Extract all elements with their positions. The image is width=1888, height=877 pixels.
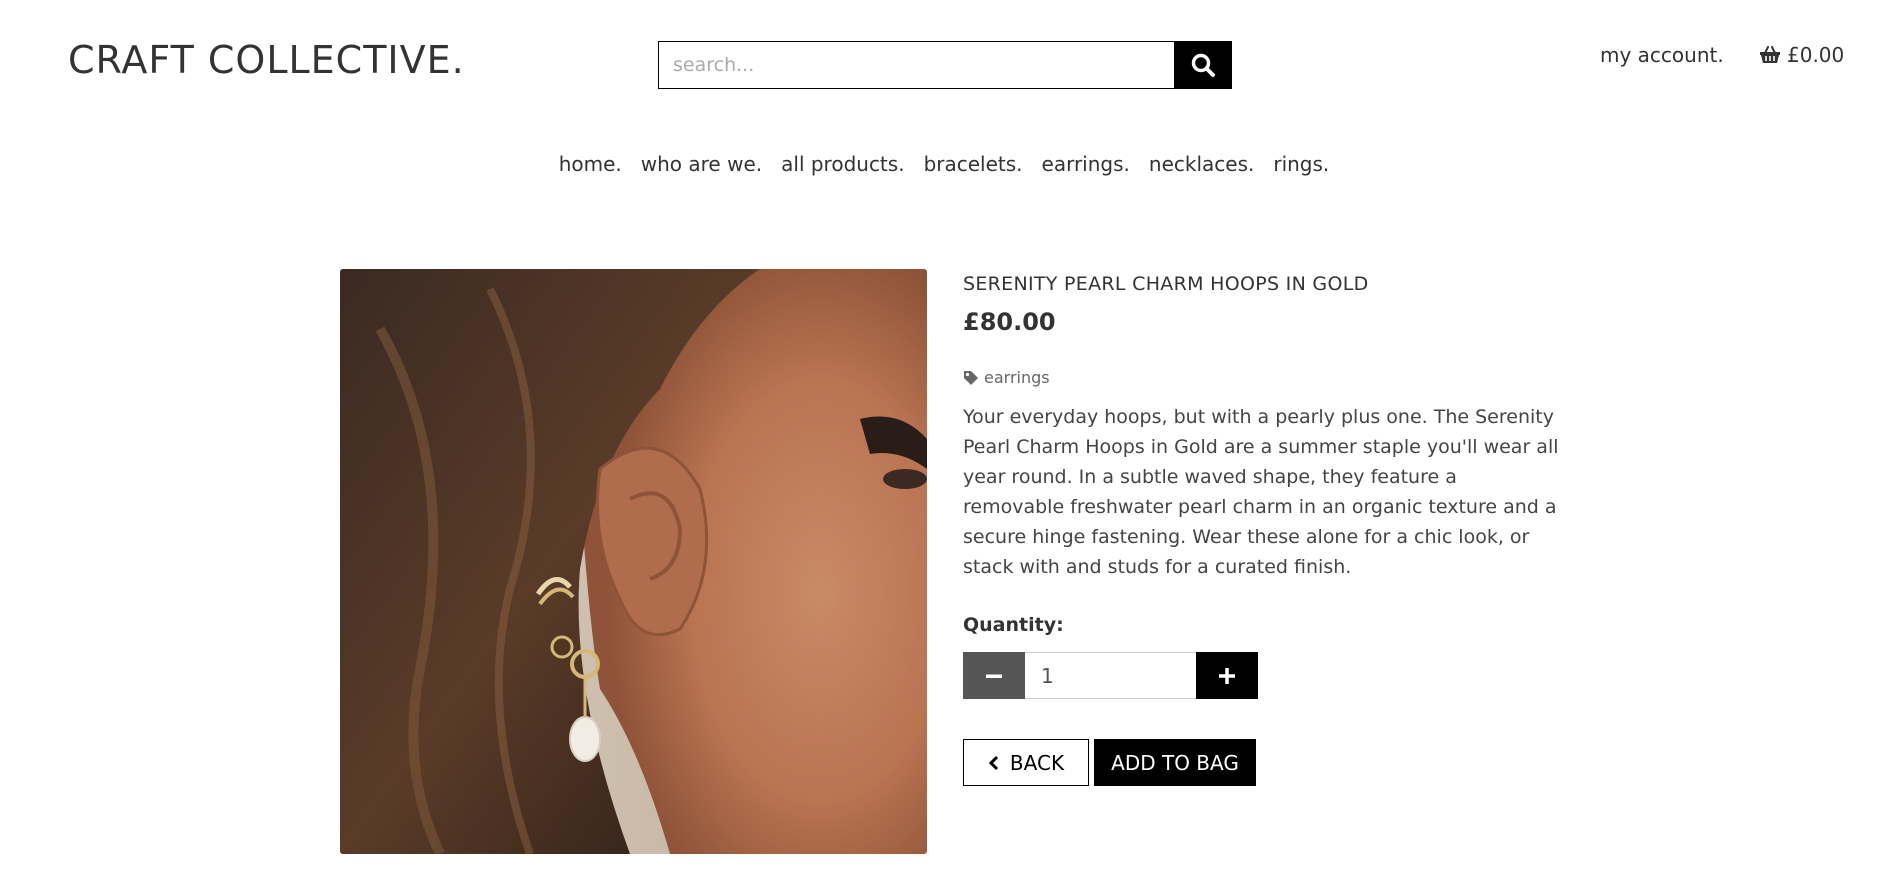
nav-item-earrings[interactable]: earrings. [1042, 152, 1130, 176]
product-image [340, 269, 927, 854]
nav-item-who-are-we[interactable]: who are we. [641, 152, 762, 176]
nav-item-bracelets[interactable]: bracelets. [924, 152, 1023, 176]
product-photo [340, 269, 927, 854]
nav-item-all-products[interactable]: all products. [781, 152, 904, 176]
back-label: BACK [1009, 750, 1065, 775]
site-logo[interactable]: CRAFT COLLECTIVE. [68, 38, 465, 82]
search-button[interactable] [1174, 41, 1232, 89]
quantity-input[interactable] [1025, 652, 1196, 699]
chevron-left-icon [988, 755, 998, 770]
increment-button[interactable] [1196, 652, 1258, 699]
tag-icon [964, 370, 978, 385]
minus-icon [986, 674, 1002, 678]
back-button[interactable]: BACK [963, 739, 1089, 786]
my-account-link[interactable]: my account. [1600, 43, 1724, 67]
add-to-bag-label: ADD TO BAG [1111, 750, 1239, 775]
nav-item-rings[interactable]: rings. [1273, 152, 1329, 176]
basket-link[interactable]: £0.00 [1759, 43, 1844, 67]
search-icon [1191, 53, 1215, 77]
search-input[interactable] [658, 41, 1174, 89]
plus-icon [1219, 667, 1235, 684]
main-nav: home. who are we. all products. bracelet… [0, 152, 1888, 176]
quantity-label: Quantity: [963, 614, 1064, 636]
product-category[interactable]: earrings [963, 368, 1050, 387]
product-description: Your everyday hoops, but with a pearly p… [963, 406, 1559, 578]
search-bar [658, 41, 1232, 89]
nav-item-home[interactable]: home. [559, 152, 622, 176]
product-title: SERENITY PEARL CHARM HOOPS IN GOLD [963, 273, 1369, 295]
decrement-button[interactable] [963, 652, 1025, 699]
basket-total: £0.00 [1787, 43, 1845, 67]
nav-item-necklaces[interactable]: necklaces. [1149, 152, 1254, 176]
category-label: earrings [984, 368, 1050, 387]
quantity-stepper [963, 652, 1258, 699]
product-price: £80.00 [963, 308, 1056, 336]
add-to-bag-button[interactable]: ADD TO BAG [1094, 739, 1256, 786]
basket-icon [1760, 46, 1780, 63]
